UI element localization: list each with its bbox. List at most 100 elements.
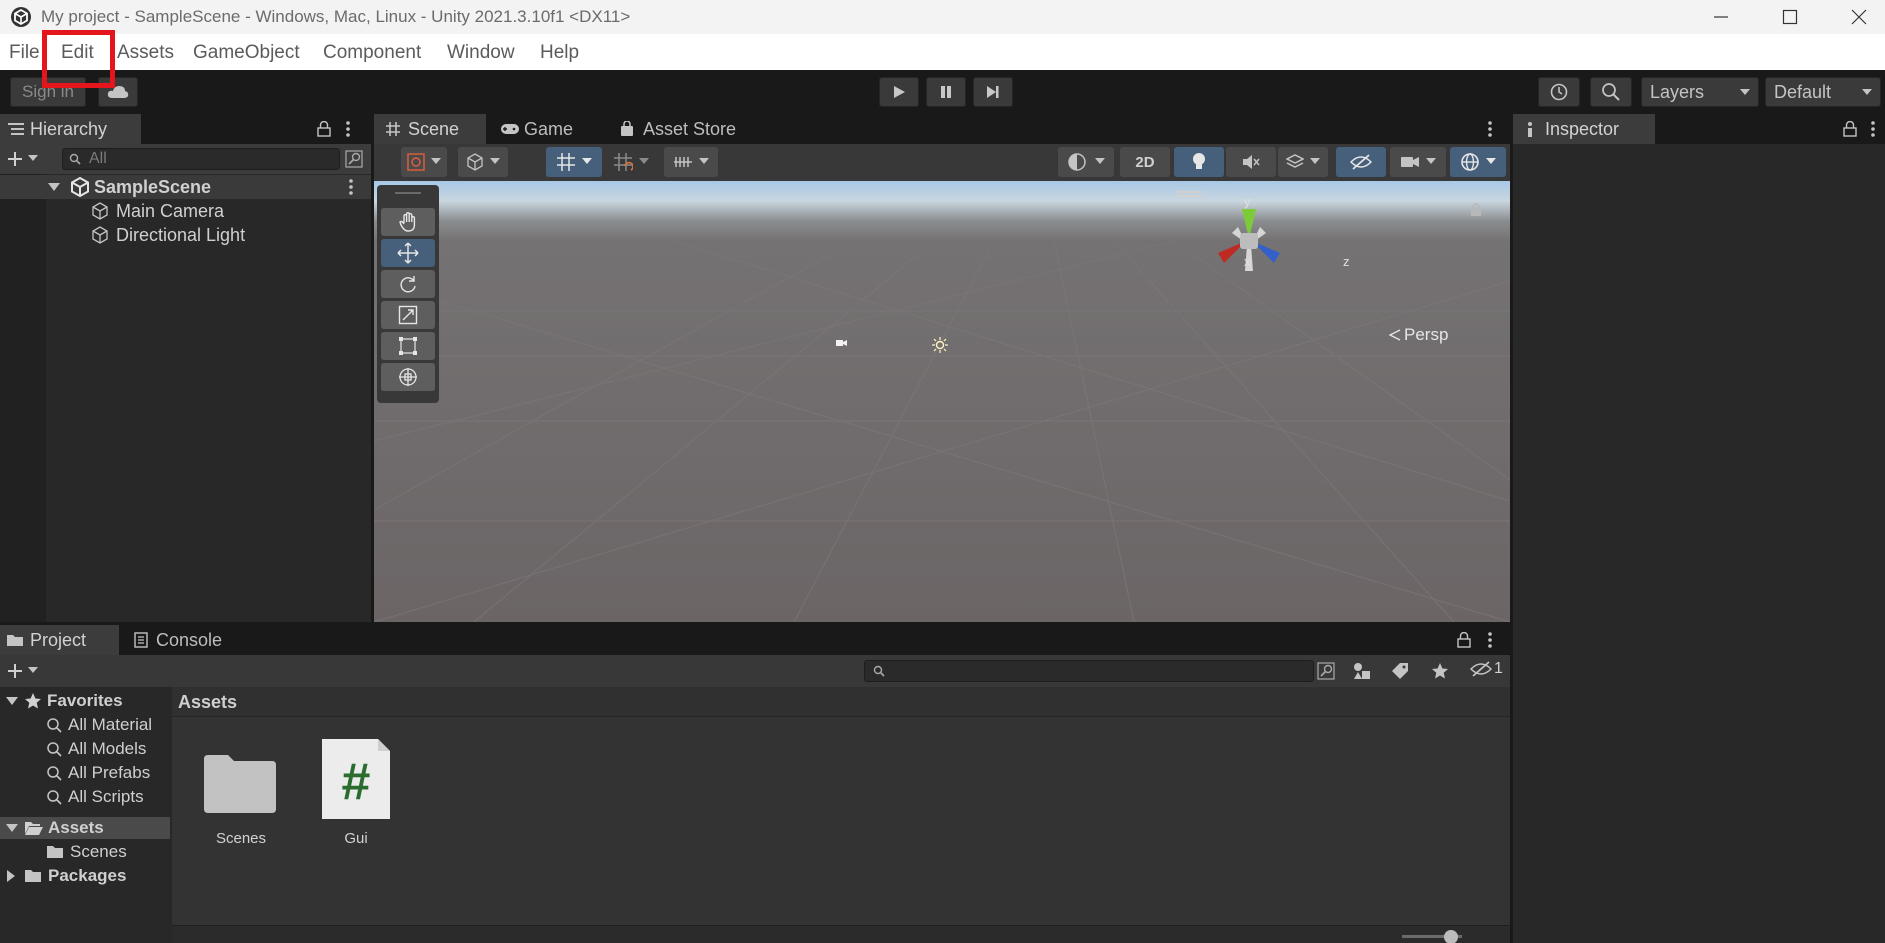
transform-tool-button[interactable] bbox=[381, 363, 435, 391]
project-content: Assets Scenes # Gui bbox=[172, 687, 1510, 943]
menu-component[interactable]: Component bbox=[323, 42, 421, 64]
pause-button[interactable] bbox=[926, 77, 966, 107]
snap-increment-icon bbox=[614, 153, 633, 171]
2d-toggle[interactable]: 2D bbox=[1120, 147, 1170, 177]
menu-assets[interactable]: Assets bbox=[117, 42, 174, 64]
lock-icon[interactable] bbox=[1457, 632, 1471, 648]
project-tree: Favorites All Material All Models All Pr… bbox=[0, 687, 170, 943]
rect-tool-button[interactable] bbox=[381, 332, 435, 360]
hierarchy-item-directional-light[interactable]: Directional Light bbox=[90, 223, 245, 247]
gizmo-drag-handle[interactable] bbox=[1176, 191, 1202, 197]
hierarchy-tabbar: Hierarchy bbox=[0, 114, 371, 144]
tab-project[interactable]: Project bbox=[0, 625, 119, 655]
create-dropdown[interactable] bbox=[6, 148, 46, 170]
camera-dropdown[interactable] bbox=[1390, 147, 1446, 177]
move-arrows-icon bbox=[397, 242, 419, 264]
assets-folder[interactable]: Assets bbox=[6, 818, 104, 838]
drag-handle[interactable] bbox=[395, 192, 421, 194]
tab-hierarchy[interactable]: Hierarchy bbox=[0, 114, 141, 144]
grid-snapping-toggle[interactable] bbox=[546, 147, 602, 177]
kebab-menu-icon[interactable] bbox=[1487, 121, 1493, 137]
lock-icon[interactable] bbox=[1843, 121, 1857, 137]
increment-snap-toggle[interactable] bbox=[606, 147, 656, 177]
filter-by-type-icon[interactable] bbox=[1352, 662, 1372, 680]
favorite-item[interactable]: All Scripts bbox=[46, 787, 144, 807]
menu-window[interactable]: Window bbox=[447, 42, 515, 64]
favorite-item[interactable]: All Prefabs bbox=[46, 763, 150, 783]
close-icon[interactable] bbox=[1826, 0, 1885, 34]
camera-icon bbox=[1401, 157, 1419, 167]
layers-dropdown[interactable]: Layers bbox=[1641, 77, 1759, 107]
tab-inspector[interactable]: Inspector bbox=[1513, 114, 1655, 144]
favorite-item[interactable]: All Models bbox=[46, 739, 146, 759]
star-icon[interactable] bbox=[1431, 662, 1449, 680]
hierarchy-item-main-camera[interactable]: Main Camera bbox=[90, 199, 224, 223]
shading-mode-dropdown[interactable] bbox=[1058, 147, 1114, 177]
layout-label: Default bbox=[1774, 81, 1832, 102]
asset-item-gui[interactable]: # bbox=[320, 737, 392, 821]
minimize-icon[interactable] bbox=[1688, 0, 1754, 34]
breadcrumb[interactable]: Assets bbox=[178, 692, 237, 713]
ruler-icon bbox=[674, 157, 692, 167]
kebab-menu-icon[interactable] bbox=[1870, 121, 1876, 137]
play-button[interactable] bbox=[879, 77, 919, 107]
tab-scene[interactable]: Scene bbox=[374, 114, 486, 144]
folder-icon bbox=[7, 635, 23, 646]
scene-viewport[interactable]: y x z Persp bbox=[374, 181, 1510, 622]
lock-icon[interactable] bbox=[317, 121, 331, 137]
audio-toggle[interactable] bbox=[1226, 147, 1276, 177]
hierarchy-tab-label: Hierarchy bbox=[30, 118, 108, 139]
effects-dropdown[interactable] bbox=[1278, 147, 1328, 177]
label-tag-icon[interactable] bbox=[1391, 662, 1409, 680]
create-dropdown[interactable] bbox=[6, 661, 46, 681]
project-panel: 1 Favorites All Material All Models All … bbox=[0, 655, 1510, 943]
menu-help[interactable]: Help bbox=[540, 42, 579, 64]
zoom-slider-thumb[interactable] bbox=[1444, 930, 1458, 943]
camera-gizmo-icon[interactable] bbox=[834, 336, 848, 348]
tab-asset-store[interactable]: Asset Store bbox=[619, 114, 736, 144]
maximize-icon[interactable] bbox=[1757, 0, 1823, 34]
kebab-menu-icon[interactable] bbox=[1487, 632, 1493, 648]
orientation-gizmo[interactable] bbox=[1204, 201, 1294, 281]
search-icon[interactable] bbox=[1590, 77, 1632, 107]
chevron-down-icon bbox=[6, 697, 18, 705]
hierarchy-search-input[interactable]: All bbox=[62, 148, 340, 170]
tab-game[interactable]: Game bbox=[500, 114, 573, 144]
asset-item-scenes[interactable] bbox=[202, 751, 278, 815]
visibility-toggle[interactable] bbox=[1336, 147, 1386, 177]
menu-file[interactable]: File bbox=[9, 42, 40, 64]
favorite-item[interactable]: All Material bbox=[46, 715, 152, 735]
packages-folder[interactable]: Packages bbox=[6, 866, 126, 886]
kebab-menu-icon[interactable] bbox=[348, 179, 354, 195]
favorites-header[interactable]: Favorites bbox=[6, 691, 123, 711]
cube-icon bbox=[467, 153, 483, 171]
project-search-input[interactable] bbox=[864, 660, 1314, 682]
step-button[interactable] bbox=[973, 77, 1013, 107]
history-icon[interactable] bbox=[1538, 77, 1580, 107]
hand-tool-button[interactable] bbox=[381, 208, 435, 236]
search-by-type-icon[interactable] bbox=[345, 150, 363, 168]
move-tool-button[interactable] bbox=[381, 239, 435, 267]
scene-header[interactable]: SampleScene bbox=[48, 175, 211, 199]
sun-light-icon[interactable] bbox=[932, 337, 948, 353]
tab-console[interactable]: Console bbox=[134, 625, 222, 655]
folder-item-scenes[interactable]: Scenes bbox=[46, 842, 127, 862]
rotate-tool-button[interactable] bbox=[381, 270, 435, 298]
hidden-packages-toggle[interactable]: 1 bbox=[1470, 660, 1503, 678]
gizmos-dropdown[interactable] bbox=[1450, 147, 1506, 177]
pivot-dropdown[interactable] bbox=[458, 147, 508, 177]
chevron-down-icon bbox=[490, 158, 500, 164]
lighting-toggle[interactable] bbox=[1174, 147, 1224, 177]
draw-mode-dropdown[interactable] bbox=[401, 147, 447, 177]
projection-toggle[interactable]: Persp bbox=[1389, 325, 1448, 345]
scale-tool-button[interactable] bbox=[381, 301, 435, 329]
kebab-menu-icon[interactable] bbox=[345, 121, 351, 137]
effects-icon bbox=[1286, 154, 1304, 168]
menu-gameobject[interactable]: GameObject bbox=[193, 42, 300, 64]
search-by-type-icon[interactable] bbox=[1317, 662, 1335, 680]
perspective-icon bbox=[1389, 329, 1401, 341]
lock-icon[interactable] bbox=[1470, 203, 1482, 217]
layout-dropdown[interactable]: Default bbox=[1765, 77, 1881, 107]
project-footer bbox=[172, 925, 1510, 943]
ruler-snap-dropdown[interactable] bbox=[664, 147, 718, 177]
